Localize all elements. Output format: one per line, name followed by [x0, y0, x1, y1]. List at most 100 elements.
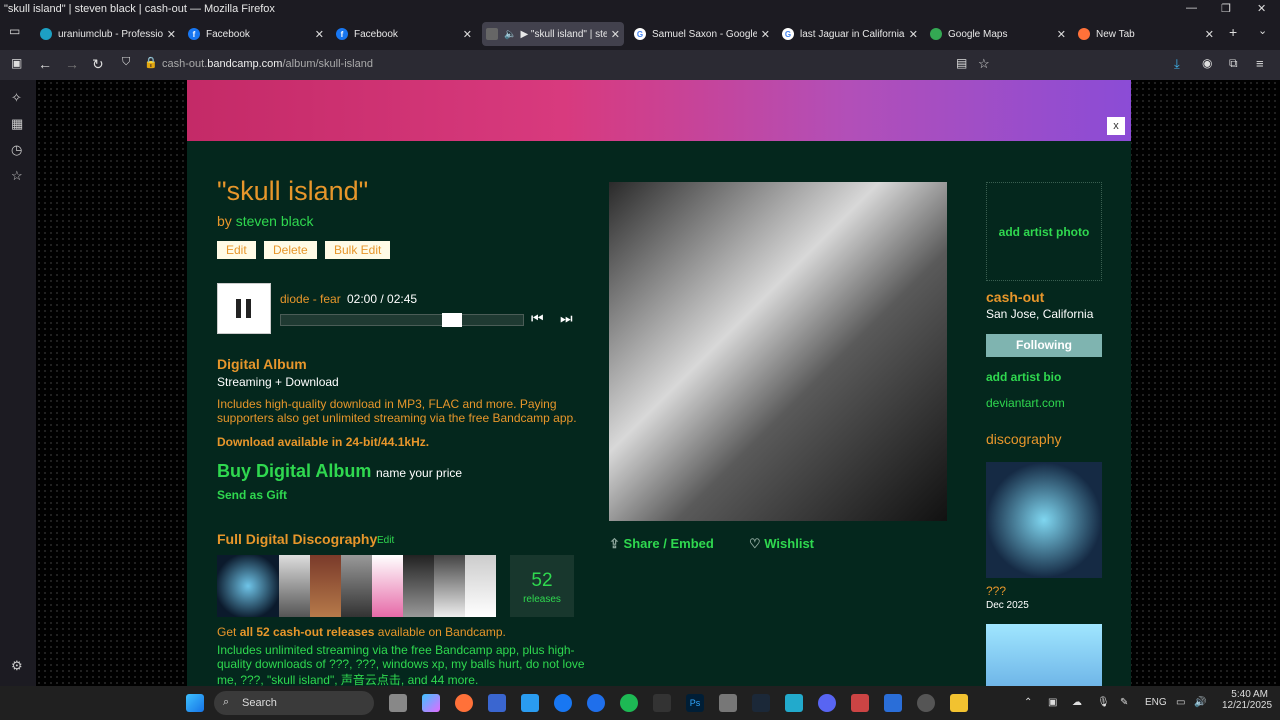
address-bar[interactable]: cash-out.bandcamp.com/album/skull-island	[162, 58, 373, 70]
speaker-icon[interactable]: 🔈	[504, 29, 516, 40]
ai-chat-icon[interactable]: ✧	[11, 90, 22, 106]
shield-icon[interactable]: ⛉	[122, 56, 130, 69]
tab-facebook-1[interactable]: f Facebook ✕	[188, 22, 324, 46]
buy-digital-album-link[interactable]: Buy Digital Album	[217, 461, 371, 482]
chevron-down-icon[interactable]: ⌄	[1258, 24, 1267, 37]
app-icon[interactable]	[917, 694, 935, 712]
release-thumb[interactable]	[341, 555, 372, 617]
release-thumb[interactable]	[310, 555, 341, 617]
reader-view-icon[interactable]: ▤	[956, 56, 967, 70]
notepad-icon[interactable]	[521, 694, 539, 712]
tab-list-icon[interactable]: ▭	[9, 24, 20, 38]
windows-start-icon[interactable]	[186, 694, 204, 712]
close-tab-icon[interactable]: ✕	[167, 28, 176, 41]
discord-icon[interactable]	[818, 694, 836, 712]
tab-facebook-2[interactable]: f Facebook ✕	[336, 22, 472, 46]
steam-icon[interactable]	[752, 694, 770, 712]
following-button[interactable]: Following	[986, 334, 1102, 357]
release-thumb[interactable]	[434, 555, 465, 617]
pause-button[interactable]	[217, 283, 271, 334]
back-icon[interactable]: ←	[38, 56, 52, 72]
tab-google-maps[interactable]: Google Maps ✕	[930, 22, 1066, 46]
maximize-icon[interactable]: ❐	[1221, 2, 1231, 15]
tab-last-jaguar[interactable]: G last Jaguar in California we ✕	[782, 22, 918, 46]
download-icon[interactable]: ⤓	[1174, 56, 1180, 72]
network-app-icon[interactable]	[785, 694, 803, 712]
close-window-icon[interactable]: ✕	[1257, 2, 1266, 15]
release-thumb[interactable]	[372, 555, 403, 617]
app-icon[interactable]	[851, 694, 869, 712]
audio-app-icon[interactable]	[653, 694, 671, 712]
photoshop-icon[interactable]: Ps	[686, 694, 704, 712]
release-thumb[interactable]	[279, 555, 310, 617]
edit-button[interactable]: Edit	[217, 241, 256, 259]
network-icon[interactable]: ▭	[1176, 697, 1185, 708]
album-cover-image[interactable]	[609, 182, 947, 521]
clock[interactable]: 5:40 AM 12/21/2025	[1222, 689, 1272, 711]
discography-release-image[interactable]	[986, 624, 1102, 686]
tray-app-icon[interactable]: ▣	[1048, 697, 1057, 708]
spotify-icon[interactable]	[620, 694, 638, 712]
next-track-icon[interactable]: ⏭	[560, 310, 573, 327]
release-thumb[interactable]	[465, 555, 496, 617]
minimize-icon[interactable]: —	[1186, 2, 1197, 14]
release-title[interactable]: ???	[986, 584, 1006, 598]
onedrive-icon[interactable]: ☁	[1072, 697, 1082, 708]
app-icon[interactable]	[587, 694, 605, 712]
close-banner-button[interactable]: x	[1107, 117, 1125, 135]
firefox-taskbar-icon[interactable]	[455, 694, 473, 712]
powershell-icon[interactable]	[488, 694, 506, 712]
share-embed-link[interactable]: ⇪ Share / Embed	[609, 536, 714, 552]
facebook-taskbar-icon[interactable]	[554, 694, 572, 712]
progress-bar[interactable]	[280, 313, 524, 327]
tab-samuel-saxon[interactable]: G Samuel Saxon - Google Se ✕	[634, 22, 770, 46]
mail-icon[interactable]	[884, 694, 902, 712]
close-tab-icon[interactable]: ✕	[1057, 28, 1066, 41]
extensions-icon[interactable]: ⧉	[1229, 56, 1238, 71]
sidebar-toggle-icon[interactable]: ▣	[11, 56, 22, 70]
send-as-gift-link[interactable]: Send as Gift	[217, 488, 287, 502]
discography-thumbnails[interactable]	[217, 555, 497, 617]
releases-count-box[interactable]: 52 releases	[510, 555, 574, 617]
release-thumb[interactable]	[403, 555, 434, 617]
close-tab-icon[interactable]: ✕	[761, 28, 770, 41]
history-icon[interactable]: ◷	[11, 142, 22, 158]
tab-skull-island[interactable]: 🔈 ▶ "skull island" | ste ✕	[482, 22, 624, 46]
delete-button[interactable]: Delete	[264, 241, 317, 259]
volume-icon[interactable]: 🔊	[1194, 697, 1206, 708]
settings-gear-icon[interactable]: ⚙	[11, 658, 23, 674]
task-view-icon[interactable]	[389, 694, 407, 712]
taskbar-search[interactable]: ⌕ Search	[214, 691, 374, 715]
copilot-icon[interactable]	[422, 694, 440, 712]
add-artist-photo-box[interactable]: add artist photo	[986, 182, 1102, 281]
new-tab-icon[interactable]: +	[1229, 24, 1237, 40]
wishlist-link[interactable]: ♡ Wishlist	[749, 536, 814, 552]
tab-uraniumclub[interactable]: uraniumclub - Professional ✕	[40, 22, 176, 46]
file-explorer-icon[interactable]	[950, 694, 968, 712]
microphone-icon[interactable]: 🎙	[1097, 697, 1110, 708]
artist-link[interactable]: steven black	[236, 213, 314, 229]
forward-icon[interactable]: →	[65, 56, 79, 72]
synced-tabs-icon[interactable]: ▦	[11, 116, 23, 132]
previous-track-icon[interactable]: ⏮	[531, 310, 544, 327]
close-tab-icon[interactable]: ✕	[611, 28, 620, 41]
close-tab-icon[interactable]: ✕	[909, 28, 918, 41]
menu-icon[interactable]: ≡	[1256, 56, 1264, 71]
close-tab-icon[interactable]: ✕	[315, 28, 324, 41]
settings-taskbar-icon[interactable]	[719, 694, 737, 712]
progress-thumb[interactable]	[442, 313, 462, 327]
add-artist-photo-link[interactable]: add artist photo	[987, 225, 1101, 239]
account-icon[interactable]: ◉	[1202, 56, 1212, 70]
lock-icon[interactable]: 🔒	[144, 56, 158, 69]
discography-release-image[interactable]	[986, 462, 1102, 578]
bookmarks-icon[interactable]: ☆	[11, 168, 23, 184]
discography-edit-link[interactable]: Edit	[377, 535, 394, 546]
release-thumb[interactable]	[217, 555, 279, 617]
language-indicator[interactable]: ENG	[1145, 697, 1167, 708]
chevron-up-icon[interactable]: ⌃	[1024, 697, 1032, 708]
add-artist-bio-link[interactable]: add artist bio	[986, 370, 1061, 384]
tab-new-tab[interactable]: New Tab ✕	[1078, 22, 1214, 46]
artist-name[interactable]: cash-out	[986, 289, 1044, 305]
close-tab-icon[interactable]: ✕	[1205, 28, 1214, 41]
deviantart-link[interactable]: deviantart.com	[986, 396, 1065, 410]
